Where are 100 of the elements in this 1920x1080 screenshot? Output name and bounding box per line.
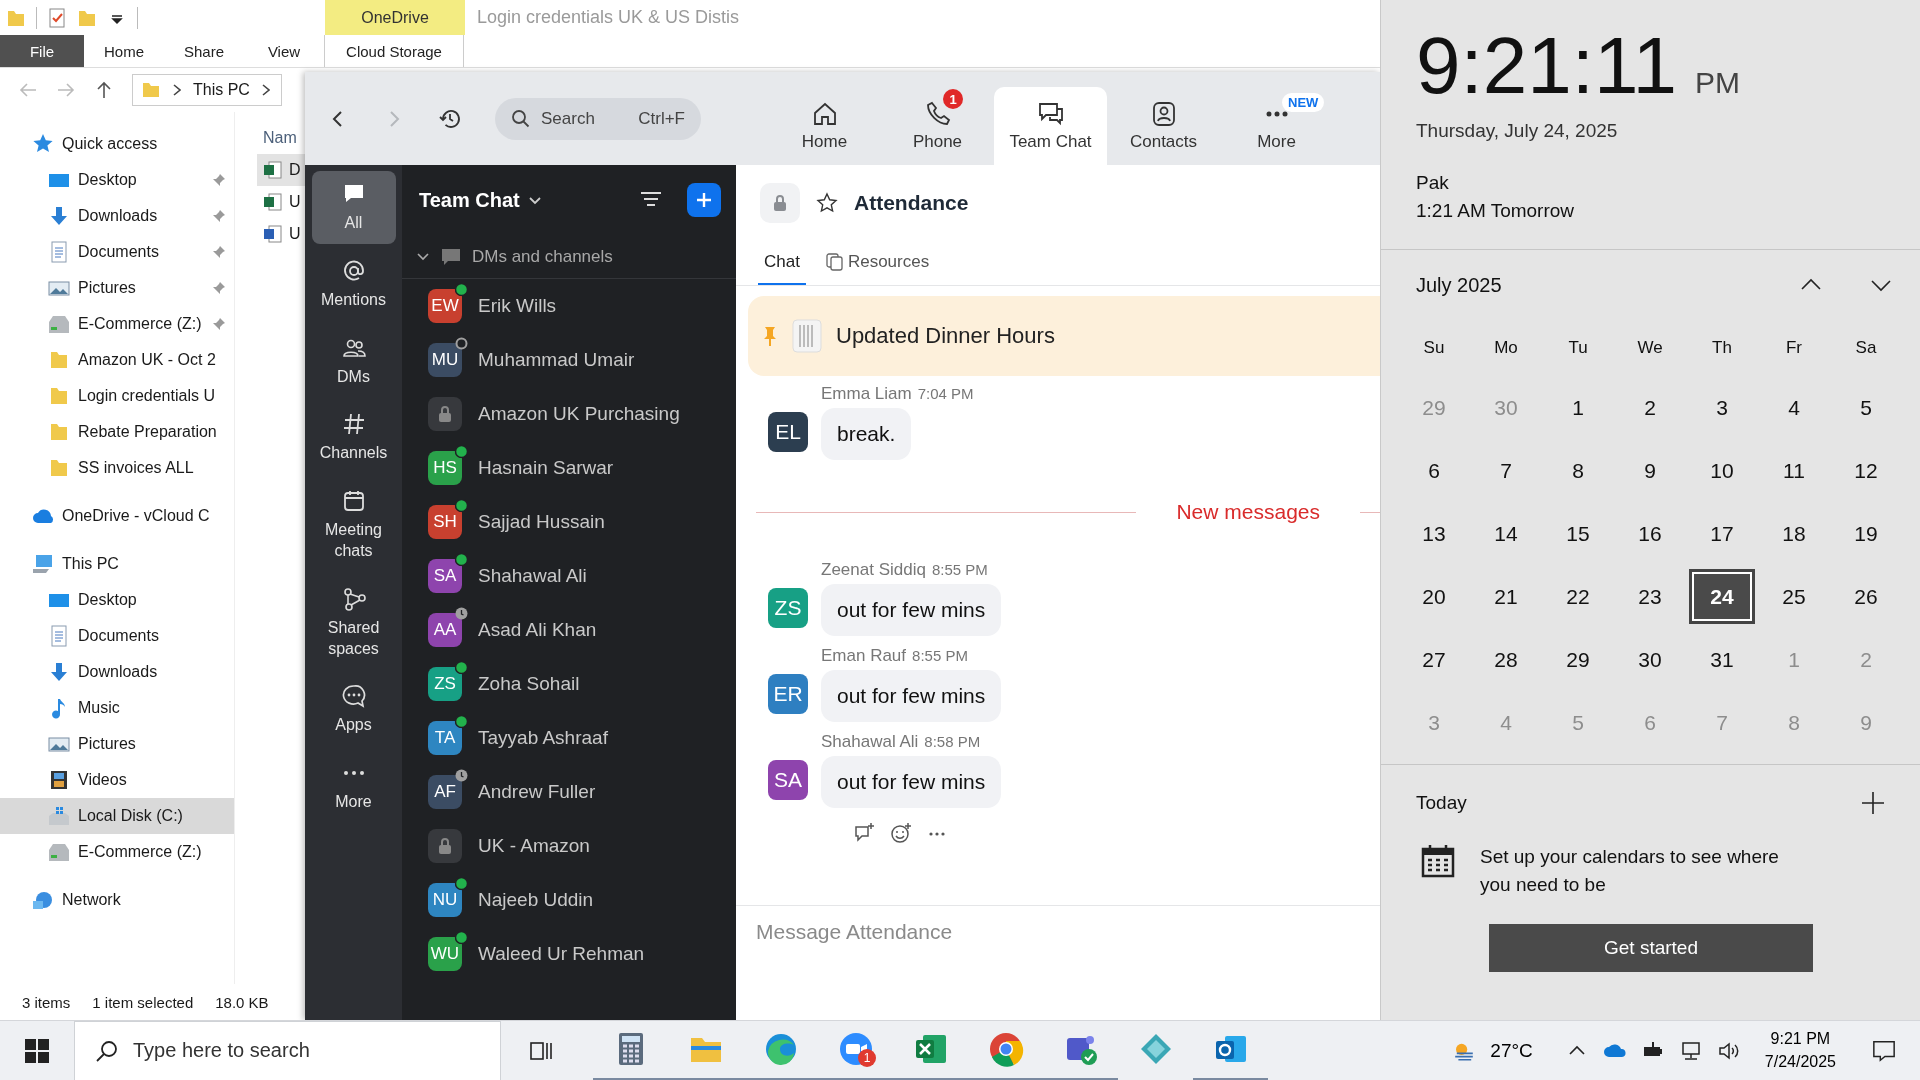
calendar-day[interactable]: 11 xyxy=(1758,439,1830,502)
emoji-icon[interactable] xyxy=(890,822,912,844)
sender-name[interactable]: Eman Rauf xyxy=(821,646,907,666)
nav-item[interactable]: OneDrive - vCloud C xyxy=(0,498,234,534)
nav-tab[interactable]: 1 Phone xyxy=(881,87,994,165)
nav-item[interactable]: Pictures xyxy=(0,726,234,762)
channel-tab[interactable]: Chat xyxy=(758,240,806,285)
sidebar-tab[interactable]: Meeting chats xyxy=(311,478,396,572)
contact-name[interactable]: Najeeb Uddin xyxy=(478,889,594,911)
weather-temperature[interactable]: 27°C xyxy=(1490,1039,1533,1062)
file-row[interactable]: U xyxy=(257,186,305,218)
search-field[interactable]: Search Ctrl+F xyxy=(495,97,701,140)
ribbon-tab[interactable]: Home xyxy=(84,35,164,67)
contact-name[interactable]: Sajjad Hussain xyxy=(478,511,605,533)
nav-item[interactable]: Downloads xyxy=(0,654,234,690)
nav-item[interactable]: SS invoices ALL xyxy=(0,450,234,486)
calendar-day[interactable]: 31 xyxy=(1686,628,1758,691)
list-title[interactable]: Team Chat xyxy=(419,188,520,212)
calendar-day[interactable]: 23 xyxy=(1614,565,1686,628)
nav-item[interactable]: Documents xyxy=(0,234,234,270)
nav-item[interactable]: Videos xyxy=(0,762,234,798)
contact-name[interactable]: Asad Ali Khan xyxy=(478,619,597,641)
calendar-day[interactable]: 1 xyxy=(1542,376,1614,439)
breadcrumb[interactable]: This PC xyxy=(193,81,250,99)
nav-item[interactable]: E-Commerce (Z:) xyxy=(0,834,234,870)
star-icon[interactable] xyxy=(816,191,838,214)
taskbar-date[interactable]: 7/24/2025 xyxy=(1764,1050,1836,1073)
calendar-day[interactable]: 4 xyxy=(1758,376,1830,439)
calendar-day[interactable]: 15 xyxy=(1542,502,1614,565)
calendar-day[interactable]: 22 xyxy=(1542,565,1614,628)
notifications-icon[interactable] xyxy=(1872,1038,1896,1063)
sender-name[interactable]: Shahawal Ali xyxy=(821,732,919,752)
taskbar-search-field[interactable]: Type here to search xyxy=(74,1020,501,1080)
contact-name[interactable]: Muhammad Umair xyxy=(478,349,635,371)
nav-item[interactable]: Amazon UK - Oct 2 xyxy=(0,342,234,378)
nav-item[interactable]: Quick access xyxy=(0,126,234,162)
nav-item[interactable]: This PC xyxy=(0,546,234,582)
calendar-day[interactable]: 8 xyxy=(1542,439,1614,502)
calendar-day[interactable]: 5 xyxy=(1830,376,1902,439)
calendar-day[interactable]: 9 xyxy=(1614,439,1686,502)
nav-tab[interactable]: NEW More xyxy=(1220,87,1333,165)
sidebar-tab[interactable]: Channels xyxy=(311,401,396,475)
calendar-day[interactable]: 13 xyxy=(1398,502,1470,565)
nav-tab[interactable]: Team Chat xyxy=(994,87,1107,165)
nav-item[interactable]: Desktop xyxy=(0,162,234,198)
address-bar[interactable]: This PC xyxy=(132,74,282,106)
calendar-day[interactable]: 19 xyxy=(1830,502,1902,565)
plus-icon[interactable] xyxy=(1861,791,1885,815)
nav-tab[interactable]: Contacts xyxy=(1107,87,1220,165)
contact-name[interactable]: UK - Amazon xyxy=(478,835,590,857)
taskbar-app[interactable]: 1 xyxy=(818,1020,893,1080)
calendar-day[interactable]: 18 xyxy=(1758,502,1830,565)
calendar-day[interactable]: 7 xyxy=(1470,439,1542,502)
sidebar-tab[interactable]: More xyxy=(311,750,396,823)
nav-item[interactable]: Music xyxy=(0,690,234,726)
nav-item[interactable]: Desktop xyxy=(0,582,234,618)
contact-name[interactable]: Tayyab Ashraaf xyxy=(478,727,608,749)
calendar-day[interactable]: 25 xyxy=(1758,565,1830,628)
file-row[interactable]: D xyxy=(257,154,305,186)
calendar-day[interactable]: 27 xyxy=(1398,628,1470,691)
history-icon[interactable] xyxy=(439,107,461,130)
contact-name[interactable]: Erik Wills xyxy=(478,295,557,317)
file-row[interactable]: U xyxy=(257,218,305,250)
contextual-tab[interactable]: Cloud Storage xyxy=(324,35,464,67)
nav-item[interactable]: Login credentials U xyxy=(0,378,234,414)
channel-tab[interactable]: Resources xyxy=(819,240,936,285)
calendar-day[interactable]: 6 xyxy=(1398,439,1470,502)
month-label[interactable]: July 2025 xyxy=(1416,273,1753,297)
sender-name[interactable]: Emma Liam xyxy=(821,384,912,404)
calendar-day[interactable]: 20 xyxy=(1398,565,1470,628)
section-title[interactable]: DMs and channels xyxy=(472,246,613,267)
calendar-day[interactable]: 14 xyxy=(1470,502,1542,565)
contact-name[interactable]: Zoha Sohail xyxy=(478,673,580,695)
calendar-day[interactable]: 28 xyxy=(1470,628,1542,691)
pinned-banner[interactable]: Updated Dinner Hours xyxy=(748,296,1380,376)
sender-name[interactable]: Zeenat Siddiq xyxy=(821,560,926,580)
nav-item[interactable]: E-Commerce (Z:) xyxy=(0,306,234,342)
windows-logo-icon[interactable] xyxy=(24,1037,50,1064)
calendar-day[interactable]: 16 xyxy=(1614,502,1686,565)
calendar-day[interactable]: 12 xyxy=(1830,439,1902,502)
nav-item[interactable]: Local Disk (C:) xyxy=(0,798,234,834)
sidebar-tab[interactable]: All xyxy=(311,171,396,244)
nav-tab[interactable]: Home xyxy=(768,87,881,165)
sidebar-tab[interactable]: Mentions xyxy=(311,247,396,321)
contact-name[interactable]: Andrew Fuller xyxy=(478,781,596,803)
sidebar-tab[interactable]: Apps xyxy=(311,673,396,747)
get-started-button[interactable]: Get started xyxy=(1489,924,1813,973)
nav-item[interactable]: Network xyxy=(0,882,234,918)
ribbon-tab[interactable]: View xyxy=(244,35,324,67)
calendar-day[interactable]: 3 xyxy=(1686,376,1758,439)
calendar-day[interactable]: 2 xyxy=(1614,376,1686,439)
nav-item[interactable]: Pictures xyxy=(0,270,234,306)
contact-name[interactable]: Hasnain Sarwar xyxy=(478,457,614,479)
nav-item[interactable]: Rebate Preparation xyxy=(0,414,234,450)
sidebar-tab[interactable]: Shared spaces xyxy=(311,575,396,670)
column-header[interactable]: Nam xyxy=(263,122,305,154)
contact-name[interactable]: Amazon UK Purchasing xyxy=(478,403,680,425)
calendar-day[interactable]: 17 xyxy=(1686,502,1758,565)
sidebar-tab[interactable]: DMs xyxy=(311,324,396,398)
calendar-day[interactable]: 21 xyxy=(1470,565,1542,628)
